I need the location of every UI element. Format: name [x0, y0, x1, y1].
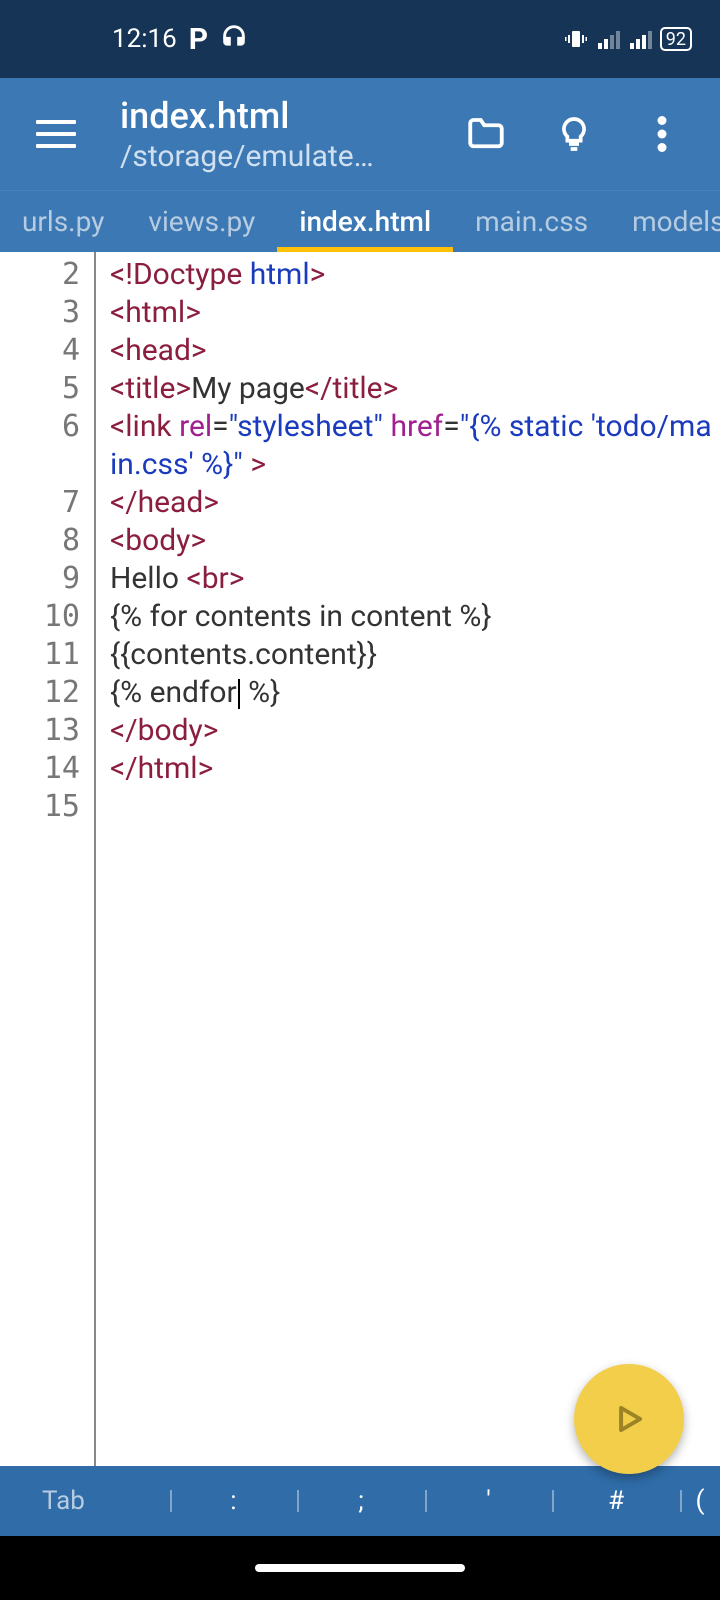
line-number: 11	[0, 636, 94, 674]
line-number: 4	[0, 332, 94, 370]
nav-pill[interactable]	[255, 1564, 465, 1572]
line-number: 5	[0, 370, 94, 408]
editor[interactable]: 2 3 4 5 6 7 8 9 10 11 12 13 14 15 <!Doct…	[0, 252, 720, 1466]
tabs-bar: urls.py views.py index.html main.css mod…	[0, 190, 720, 252]
code-line[interactable]	[110, 788, 712, 826]
headset-icon	[220, 22, 248, 57]
status-time: 12:16	[112, 24, 177, 54]
play-icon	[610, 1400, 648, 1438]
overflow-button[interactable]	[640, 112, 684, 156]
line-number: 7	[0, 484, 94, 522]
status-left: 12:16 P	[112, 22, 248, 57]
app-bar: index.html /storage/emulate…	[0, 78, 720, 190]
run-button[interactable]	[574, 1364, 684, 1474]
key-quote[interactable]: '	[425, 1476, 553, 1526]
code-line[interactable]: <title>My page</title>	[110, 370, 712, 408]
key-semicolon[interactable]: ;	[297, 1476, 425, 1526]
parking-icon: P	[189, 22, 208, 57]
symbol-keyboard-row: Tab : ; ' # (	[0, 1466, 720, 1536]
key-paren[interactable]: (	[680, 1476, 720, 1526]
file-path: /storage/emulate…	[120, 139, 464, 174]
line-number: 14	[0, 750, 94, 788]
line-number: 3	[0, 294, 94, 332]
vibrate-icon	[564, 27, 588, 51]
key-tab[interactable]: Tab	[0, 1476, 170, 1526]
tab-views[interactable]: views.py	[126, 191, 277, 252]
code-area[interactable]: <!Doctype html> <html> <head> <title>My …	[96, 252, 720, 1466]
line-number: 15	[0, 788, 94, 826]
key-colon[interactable]: :	[170, 1476, 298, 1526]
gutter: 2 3 4 5 6 7 8 9 10 11 12 13 14 15	[0, 252, 96, 1466]
code-line[interactable]: <!Doctype html>	[110, 256, 712, 294]
tab-models[interactable]: models.py	[610, 191, 720, 252]
line-number: 9	[0, 560, 94, 598]
menu-button[interactable]	[20, 120, 92, 148]
battery-icon: 92	[660, 27, 692, 51]
tab-main-css[interactable]: main.css	[453, 191, 610, 252]
status-bar: 12:16 P 92	[0, 0, 720, 78]
folder-button[interactable]	[464, 112, 508, 156]
tab-urls[interactable]: urls.py	[0, 191, 126, 252]
signal-icon-1	[596, 27, 620, 51]
code-line[interactable]: Hello <br>	[110, 560, 712, 598]
line-number: 12	[0, 674, 94, 712]
code-line[interactable]: </head>	[110, 484, 712, 522]
app-actions	[464, 112, 684, 156]
code-line[interactable]: {{contents.content}}	[110, 636, 712, 674]
line-number: 2	[0, 256, 94, 294]
code-line[interactable]: </body>	[110, 712, 712, 750]
status-right: 92	[564, 27, 692, 51]
code-line[interactable]: <html>	[110, 294, 712, 332]
system-nav-bar[interactable]	[0, 1536, 720, 1600]
code-line[interactable]: {% endfor %}	[110, 674, 712, 712]
code-line[interactable]: <body>	[110, 522, 712, 560]
line-number: 13	[0, 712, 94, 750]
code-line[interactable]: </html>	[110, 750, 712, 788]
file-title: index.html	[120, 95, 464, 137]
line-number: 6	[0, 408, 94, 484]
code-line[interactable]: <link rel="stylesheet" href="{% static '…	[110, 408, 712, 484]
signal-icon-2	[628, 27, 652, 51]
code-line[interactable]: <head>	[110, 332, 712, 370]
battery-level: 92	[666, 29, 686, 50]
key-hash[interactable]: #	[552, 1476, 680, 1526]
tab-index[interactable]: index.html	[277, 191, 453, 252]
titles: index.html /storage/emulate…	[120, 95, 464, 174]
caret	[238, 679, 240, 709]
line-number: 10	[0, 598, 94, 636]
line-number: 8	[0, 522, 94, 560]
code-line[interactable]: {% for contents in content %}	[110, 598, 712, 636]
lightbulb-button[interactable]	[552, 112, 596, 156]
